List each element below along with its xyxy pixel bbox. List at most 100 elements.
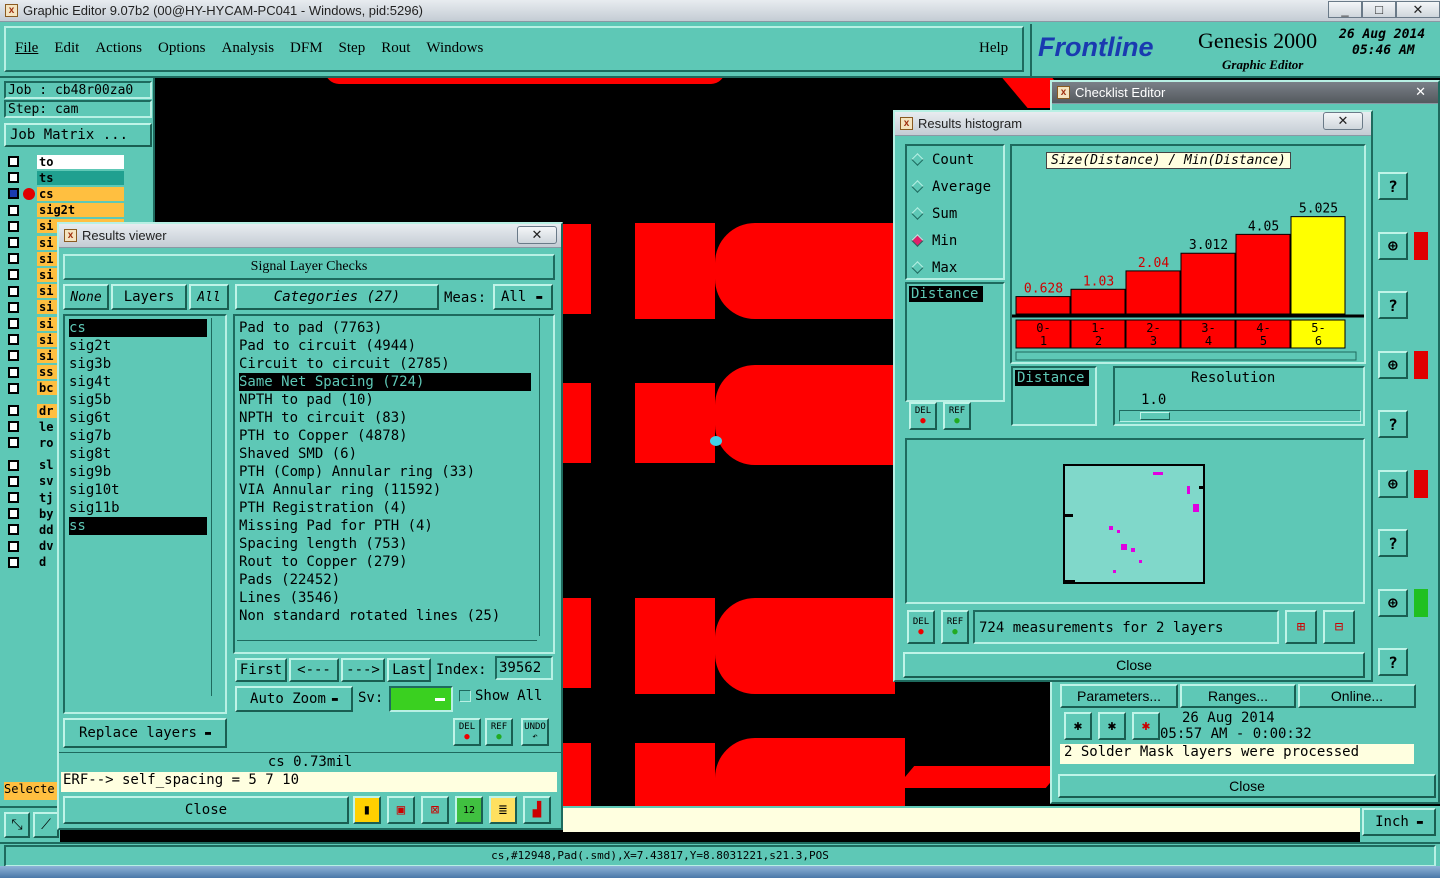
- layer-checkbox[interactable]: [8, 204, 19, 216]
- run-icon[interactable]: ✱: [1064, 712, 1092, 740]
- result-layer-item[interactable]: sig3b: [69, 355, 207, 373]
- category-item[interactable]: NPTH to pad (10): [239, 391, 531, 409]
- menu-actions[interactable]: Actions: [95, 40, 142, 57]
- histogram-ref-button[interactable]: REF ●: [943, 402, 971, 430]
- board-preview[interactable]: [1063, 464, 1205, 584]
- layer-results-list[interactable]: cs sig2t sig3b sig4t sig5b sig6t sig7b sig8t sig…: [63, 314, 227, 714]
- ranges-button[interactable]: Ranges...: [1180, 684, 1296, 708]
- layer-checkbox[interactable]: [8, 237, 19, 248]
- help-icon[interactable]: ?: [1378, 529, 1408, 557]
- category-item[interactable]: Rout to Copper (279): [239, 553, 531, 571]
- histogram-bar[interactable]: [1235, 233, 1291, 315]
- layer-row[interactable]: ts: [4, 170, 124, 185]
- category-results-list[interactable]: Pad to pad (7763) Pad to circuit (4944) Ci…: [233, 314, 555, 654]
- layer-checkbox[interactable]: [8, 220, 19, 232]
- resolution-slider[interactable]: [1119, 410, 1361, 422]
- category-item[interactable]: Missing Pad for PTH (4): [239, 517, 531, 535]
- result-layer-item[interactable]: sig7b: [69, 427, 207, 445]
- category-item[interactable]: Circuit to circuit (2785): [239, 355, 531, 373]
- close-icon[interactable]: ✕: [1415, 84, 1426, 100]
- histogram-bar[interactable]: [1290, 216, 1346, 315]
- run-all-icon[interactable]: ✱: [1098, 712, 1126, 740]
- menu-options[interactable]: Options: [158, 40, 206, 57]
- layer-checkbox[interactable]: [8, 540, 19, 552]
- replace-layers-dropdown[interactable]: Replace layers ▬: [63, 718, 227, 748]
- layer-checkbox[interactable]: [8, 188, 19, 200]
- menu-step[interactable]: Step: [339, 40, 366, 57]
- layer-checkbox[interactable]: [8, 475, 19, 487]
- result-layer-item[interactable]: sig6t: [69, 409, 207, 427]
- layer-row[interactable]: sig2t: [4, 203, 124, 218]
- cursor-icon[interactable]: ▮: [353, 796, 381, 824]
- category-item[interactable]: Spacing length (753): [239, 535, 531, 553]
- result-layer-item[interactable]: sig4t: [69, 373, 207, 391]
- menu-rout[interactable]: Rout: [381, 40, 410, 57]
- layers-button[interactable]: Layers: [111, 284, 187, 310]
- result-layer-item[interactable]: sig5b: [69, 391, 207, 409]
- result-layer-item[interactable]: sig9b: [69, 463, 207, 481]
- mode-radio[interactable]: Sum: [907, 200, 1003, 227]
- category-item[interactable]: NPTH to circuit (83): [239, 409, 531, 427]
- results-viewer-close-button[interactable]: Close: [63, 796, 349, 824]
- layer-checkbox[interactable]: [8, 350, 19, 362]
- zoom-out-preview-icon[interactable]: ⊟: [1323, 610, 1355, 644]
- category-hscrollbar[interactable]: [237, 640, 537, 650]
- job-matrix-button[interactable]: Job Matrix ...: [4, 123, 152, 147]
- zoom-in-preview-icon[interactable]: ⊞: [1285, 610, 1317, 644]
- layer-checkbox[interactable]: [8, 459, 19, 471]
- layer-checkbox[interactable]: [8, 556, 19, 568]
- ref-button[interactable]: REF ●: [485, 718, 513, 746]
- layers-none-button[interactable]: None: [63, 284, 109, 310]
- layer-checkbox[interactable]: [8, 508, 19, 520]
- help-icon[interactable]: ?: [1378, 410, 1408, 438]
- distance-item[interactable]: Distance: [909, 286, 983, 302]
- histogram-icon[interactable]: ▟: [523, 796, 551, 824]
- distance-list[interactable]: Distance: [905, 282, 1005, 402]
- units-dropdown[interactable]: Inch ▬: [1362, 808, 1436, 836]
- auto-zoom-dropdown[interactable]: Auto Zoom ▬: [235, 686, 353, 712]
- histogram-scrollbar[interactable]: [1015, 351, 1357, 361]
- del-button[interactable]: DEL ●: [453, 718, 481, 746]
- layers-all-button[interactable]: All: [189, 284, 229, 310]
- menu-analysis[interactable]: Analysis: [222, 40, 275, 57]
- menu-edit[interactable]: Edit: [54, 40, 79, 57]
- first-button[interactable]: First: [235, 658, 287, 682]
- number-icon[interactable]: 12: [455, 796, 483, 824]
- layer-checkbox[interactable]: [8, 172, 19, 184]
- category-item[interactable]: Pads (22452): [239, 571, 531, 589]
- mode-radio[interactable]: Min: [907, 227, 1003, 254]
- result-layer-item[interactable]: sig2t: [69, 337, 207, 355]
- layer-checkbox[interactable]: [8, 253, 19, 265]
- measure-tool-icon[interactable]: ⟋: [33, 812, 59, 838]
- histogram-del-button[interactable]: DEL ●: [909, 402, 937, 430]
- help-icon[interactable]: ?: [1378, 291, 1408, 319]
- undo-button[interactable]: UNDO ↶: [521, 718, 549, 746]
- layer-checkbox[interactable]: [8, 437, 19, 449]
- layer-checkbox[interactable]: [8, 301, 19, 313]
- close-icon[interactable]: ✕: [1323, 112, 1363, 130]
- online-button[interactable]: Online...: [1298, 684, 1416, 708]
- layer-row[interactable]: cs: [4, 186, 124, 201]
- category-item[interactable]: Lines (3546): [239, 589, 531, 607]
- result-layer-item[interactable]: sig11b: [69, 499, 207, 517]
- category-item[interactable]: VIA Annular ring (11592): [239, 481, 531, 499]
- layer-checkbox[interactable]: [8, 421, 19, 433]
- zoom-tool-icon[interactable]: ⤡: [4, 812, 30, 838]
- show-all-checkbox[interactable]: [459, 690, 471, 702]
- checklist-close-button[interactable]: Close: [1058, 774, 1436, 798]
- result-layer-item[interactable]: cs: [69, 319, 207, 337]
- zoom-result-icon[interactable]: ⊕: [1378, 469, 1408, 498]
- help-icon[interactable]: ?: [1378, 648, 1408, 676]
- category-item[interactable]: PTH to Copper (4878): [239, 427, 531, 445]
- erase-icon[interactable]: ▣: [387, 796, 415, 824]
- close-window-button[interactable]: ✕: [1396, 1, 1440, 18]
- category-item[interactable]: PTH (Comp) Annular ring (33): [239, 463, 531, 481]
- preview-ref-button[interactable]: REF ●: [941, 610, 969, 644]
- prev-button[interactable]: <---: [289, 658, 339, 682]
- index-input[interactable]: 39562: [495, 656, 553, 680]
- category-item[interactable]: Pad to circuit (4944): [239, 337, 531, 355]
- layer-checkbox[interactable]: [8, 156, 19, 167]
- stop-run-icon[interactable]: ✱: [1132, 712, 1160, 740]
- zoom-result-icon[interactable]: ⊕: [1378, 588, 1408, 617]
- layer-checkbox[interactable]: [8, 334, 19, 346]
